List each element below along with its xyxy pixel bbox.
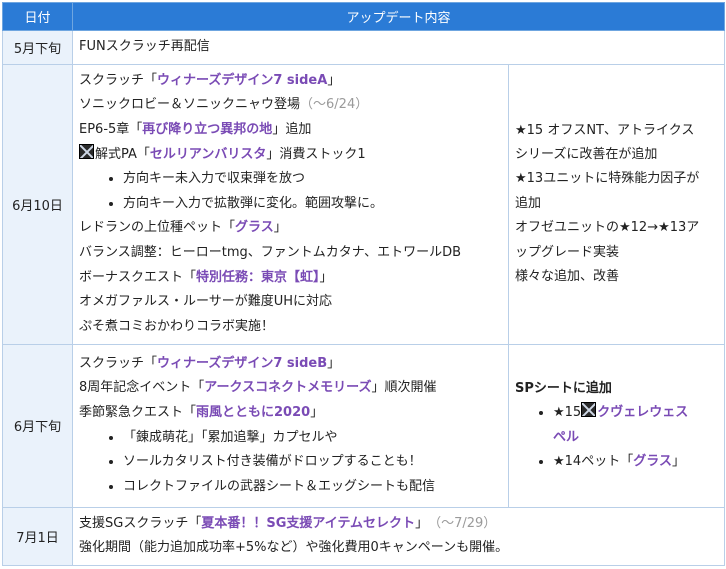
highlight-link[interactable]: ペル (553, 430, 579, 445)
content-line: スクラッチ「ウィナーズデザイン7 sideA」 (79, 72, 341, 88)
bullet-list: 方向キー未入力で収束弾を放つ 方向キー入力で拡散弾に変化。範囲攻撃に。 (79, 167, 502, 216)
highlight-link[interactable]: アークスコネクトメモリーズ (204, 380, 371, 395)
highlight-link[interactable]: 再び降り立つ異邦の地 (142, 122, 272, 137)
side-line: ップグレード実装 (515, 244, 620, 260)
bullet-list: ★15クヴェレウェスペル ★14ペット「グラス」 (515, 401, 718, 474)
content-line: レドランの上位種ペット「グラス」 (79, 220, 287, 236)
table-row: 6月下旬 スクラッチ「ウィナーズデザイン7 sideB」 8周年記念イベント「ア… (2, 343, 726, 508)
table-row: 7月1日 支援SGスクラッチ「夏本番！！SG支援アイテムセレクト」 （～7/29… (2, 506, 726, 566)
highlight-link[interactable]: グラス (633, 454, 672, 469)
content-line: EP6-5章「再び降り立つ異邦の地」追加 (79, 122, 312, 138)
highlight-link[interactable]: 雨風とともに2020 (196, 405, 310, 420)
header-date: 日付 (2, 2, 73, 31)
period-note: （～6/24） (300, 97, 369, 113)
row-date: 6月下旬 (2, 343, 73, 508)
content-line: ソニックロビー＆ソニックニャウ登場（～6/24） (79, 97, 369, 113)
row-date: 7月1日 (2, 506, 73, 566)
content-line: 解式PA「セルリアンバリスタ」消費ストック1 (79, 143, 502, 168)
table-row: 5月下旬 FUNスクラッチ再配信 (2, 30, 726, 65)
content-line: スクラッチ「ウィナーズデザイン7 sideB」 (79, 355, 341, 371)
weapon-icon (79, 143, 94, 159)
weapon-icon (581, 402, 597, 418)
list-item: 方向キー入力で拡散弾に変化。範囲攻撃に。 (123, 192, 502, 217)
side-line: 様々な追加、改善 (515, 269, 620, 285)
row-date: 6月10日 (2, 63, 73, 345)
highlight-link[interactable]: 特別任務：東京【虹】 (196, 270, 320, 285)
list-item: 「錬成萌花」「累加追撃」カプセルや (123, 426, 502, 451)
side-line: ★15 オフスNT、アトライクス (515, 122, 695, 138)
list-item: ★14ペット「グラス」 (553, 450, 718, 474)
side-title: SPシートに追加 (515, 380, 612, 396)
content-line: ボーナスクエスト「特別任務：東京【虹】」 (79, 269, 333, 285)
table-row: 6月10日 スクラッチ「ウィナーズデザイン7 sideA」 ソニックロビー＆ソニ… (2, 63, 726, 345)
side-line: ★13ユニットに特殊能力因子が (515, 171, 700, 187)
list-item: ★15クヴェレウェスペル (553, 401, 718, 450)
side-line: 追加 (515, 195, 542, 211)
highlight-link[interactable]: セルリアンバリスタ (150, 147, 266, 162)
row-side-content: SPシートに追加 ★15クヴェレウェスペル ★14ペット「グラス」 (507, 343, 726, 508)
content-line: 季節緊急クエスト「雨風とともに2020」 (79, 405, 324, 420)
row-date: 5月下旬 (2, 30, 73, 65)
header-content: アップデート内容 (71, 2, 726, 31)
content-line: 8周年記念イベント「アークスコネクトメモリーズ」順次開催 (79, 380, 437, 396)
highlight-link[interactable]: ウィナーズデザイン7 sideA (157, 73, 327, 88)
highlight-link[interactable]: クヴェレウェス (597, 405, 688, 420)
list-item: コレクトファイルの武器シート＆エッグシートも配信 (123, 475, 502, 500)
header-row: 日付 アップデート内容 (2, 2, 726, 31)
list-item: 方向キー未入力で収束弾を放つ (123, 167, 502, 192)
row-side-content: ★15 オフスNT、アトライクス シリーズに改善在が追加 ★13ユニットに特殊能… (507, 63, 726, 345)
highlight-link[interactable]: 夏本番！！SG支援アイテムセレクト (201, 516, 415, 531)
highlight-link[interactable]: グラス (235, 220, 274, 235)
content-line: 強化期間（能力追加成功率+5%など）や強化費用0キャンペーンも開催。 (79, 540, 509, 556)
content-line: FUNスクラッチ再配信 (79, 39, 210, 54)
list-item: ソールカタリスト付き装備がドロップすることも！ (123, 450, 502, 475)
row-content: FUNスクラッチ再配信 (71, 30, 726, 65)
period-note: （～7/29） (434, 515, 497, 531)
content-line: 支援SGスクラッチ「夏本番！！SG支援アイテムセレクト」 （～7/29） (79, 515, 497, 531)
side-line: オフゼユニットの★12→★13ア (515, 220, 700, 236)
update-table: 日付 アップデート内容 5月下旬 FUNスクラッチ再配信 6月10日 スクラッチ… (2, 2, 726, 566)
row-content: 支援SGスクラッチ「夏本番！！SG支援アイテムセレクト」 （～7/29） 強化期… (71, 506, 726, 566)
row-content: スクラッチ「ウィナーズデザイン7 sideA」 ソニックロビー＆ソニックニャウ登… (72, 63, 509, 345)
content-line: バランス調整：ヒーローtmg、ファントムカタナ、エトワールDB (79, 244, 462, 260)
content-line: オメガファルス・ルーサーが難度UHに対応 (79, 294, 333, 310)
highlight-link[interactable]: ウィナーズデザイン7 sideB (157, 356, 327, 371)
content-line: ぷそ煮コミおかわりコラボ実施！ (79, 318, 275, 334)
row-content: スクラッチ「ウィナーズデザイン7 sideB」 8周年記念イベント「アークスコネ… (72, 343, 509, 508)
side-line: シリーズに改善在が追加 (515, 147, 658, 163)
bullet-list: 「錬成萌花」「累加追撃」カプセルや ソールカタリスト付き装備がドロップすることも… (79, 426, 502, 500)
